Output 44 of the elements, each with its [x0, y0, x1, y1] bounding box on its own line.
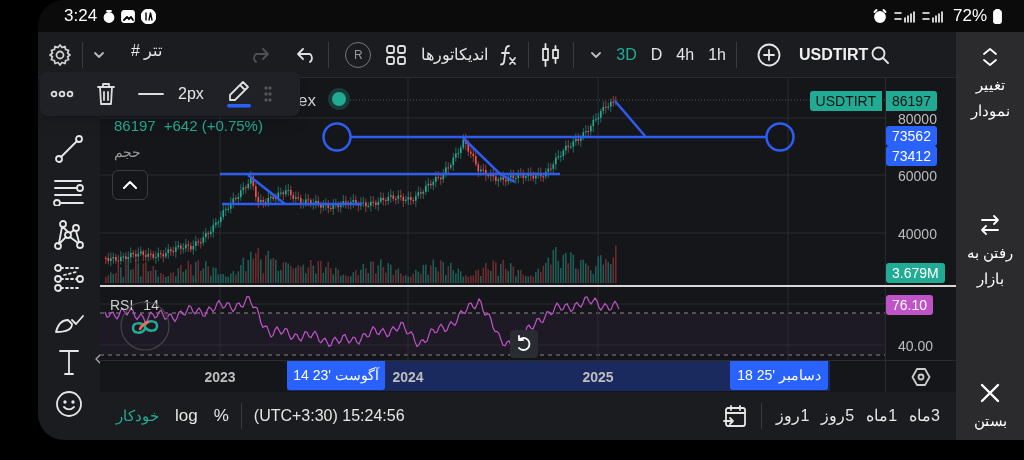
price-tag: 3.679M [886, 263, 945, 283]
rsi-tick: 40.00 [898, 337, 934, 356]
battery-percent: 72% [952, 5, 987, 28]
side-panel-button[interactable]: تغییر نمودار [959, 46, 1021, 124]
clock-time: 3:24 [64, 5, 98, 28]
range-button[interactable]: 3ماه [909, 404, 940, 428]
indicator-period: 14 [143, 296, 159, 315]
price-tag: 73562 [886, 126, 937, 146]
rsi-value-tag: 76.10 [886, 295, 934, 315]
price-tag: 73412 [886, 146, 937, 166]
year-label: 2024 [391, 368, 425, 387]
year-label: 2025 [581, 368, 615, 387]
symbol-tag: USDTIRT [809, 91, 883, 111]
side-panel-button[interactable]: بستن [959, 382, 1021, 434]
side-panel-label: تغییر نمودار [969, 75, 1011, 122]
timeframe-tab[interactable]: 1h [708, 42, 726, 67]
side-panel-button[interactable]: رفتن به بازار [959, 214, 1021, 292]
volume-label: حجم [114, 143, 141, 163]
range-button[interactable]: 1روز [776, 404, 810, 428]
indicators-button[interactable]: اندیکاتورها [421, 42, 489, 67]
timezone-clock[interactable]: (UTC+3:30) 15:24:56 [253, 404, 405, 428]
log-scale-button[interactable]: log [175, 403, 198, 429]
range-start-tag[interactable]: 14 23' آگوست [287, 361, 385, 390]
price-tick: 60000 [898, 167, 937, 186]
last-price: 86197 [114, 116, 156, 136]
indicator-name: RSI [110, 296, 134, 315]
timeframe-tab[interactable]: 4h [676, 42, 695, 67]
range-end-tag[interactable]: 18 25' دسامبر [730, 361, 828, 390]
line-width-button[interactable]: 2px [178, 82, 204, 106]
price-tick: 40000 [898, 225, 937, 244]
range-button[interactable]: 5روز [821, 404, 855, 428]
percent-scale-button[interactable]: % [213, 403, 229, 429]
side-panel-label: رفتن به بازار [965, 243, 1015, 290]
auto-scale-button[interactable]: خودکار [116, 404, 159, 428]
side-panel-label: بستن [972, 411, 1008, 432]
price-tag: 86197 [886, 91, 937, 111]
price-tick: 80000 [898, 110, 937, 129]
chart-title[interactable]: تتر # [131, 38, 163, 63]
price-change: +642 (+0.75%) [163, 116, 263, 136]
symbol-name[interactable]: USDTIRT [798, 42, 869, 67]
range-button[interactable]: 1ماه [866, 404, 898, 428]
year-label: 2023 [203, 368, 237, 387]
timeframe-tab[interactable]: D [650, 42, 663, 67]
timeframe-tab[interactable]: 3D [616, 42, 637, 67]
